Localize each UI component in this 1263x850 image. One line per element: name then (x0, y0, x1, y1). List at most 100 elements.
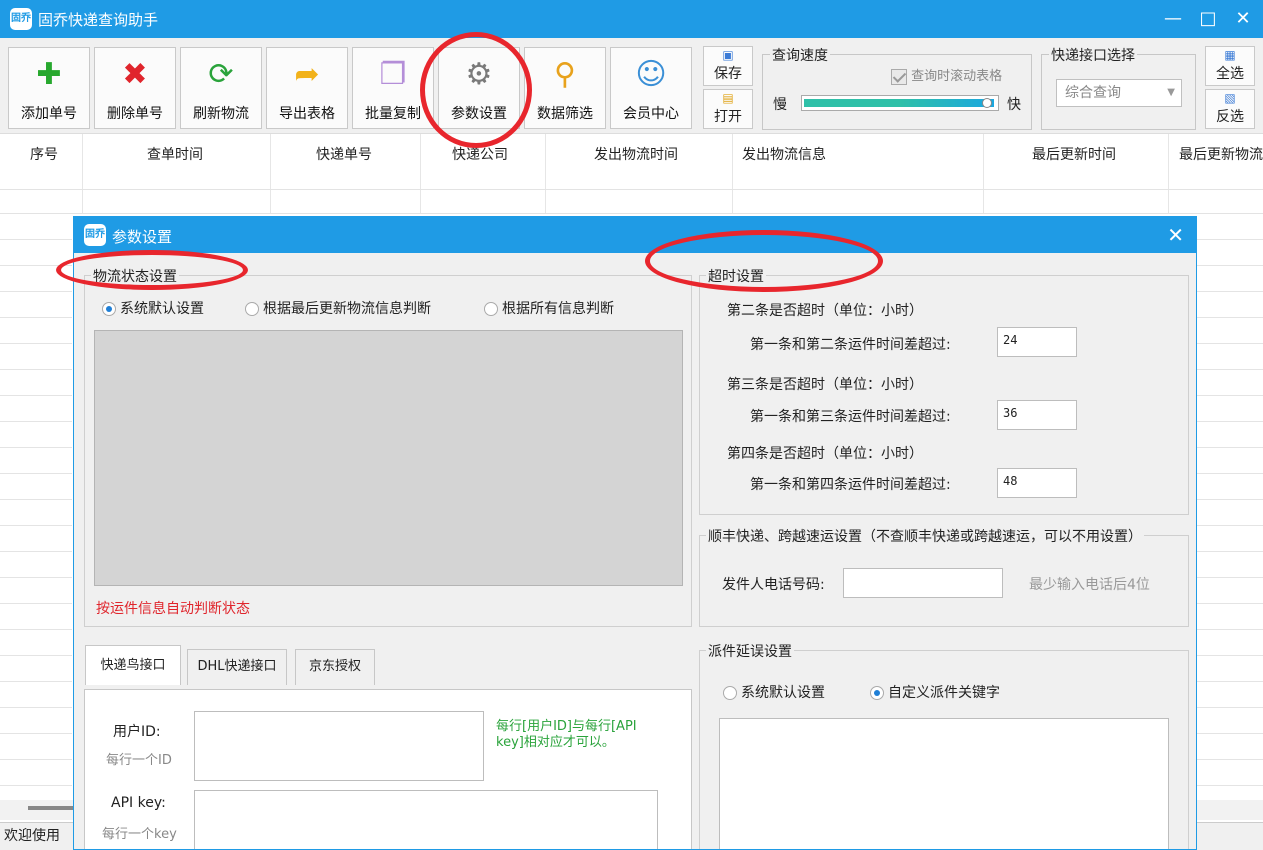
data-filter-button[interactable]: ⚲ 数据筛选 (524, 47, 606, 129)
export-folder-icon: ➦ (294, 57, 320, 92)
sender-phone-label: 发件人电话号码: (722, 577, 825, 593)
timeout-fieldset: 超时设置 第二条是否超时（单位：小时） 第一条和第二条运件时间差超过: 24 第… (699, 266, 1189, 515)
logistics-option-all-info-label: 根据所有信息判断 (502, 301, 614, 317)
scroll-table-checkbox[interactable]: 查询时滚动表格 (891, 65, 1002, 85)
column-header-last-update-info[interactable]: 最后更新物流 (1179, 144, 1263, 164)
chevron-down-icon: ▼ (1167, 87, 1175, 98)
speed-fast-label: 快 (1007, 97, 1021, 113)
save-button[interactable]: ▣ 保存 (703, 46, 753, 86)
checkbox-checked-icon (891, 68, 907, 85)
timeout-title: 超时设置 (706, 266, 766, 286)
select-all-label: 全选 (1216, 66, 1244, 82)
api-select-title: 快递接口选择 (1049, 45, 1137, 65)
app-logo-icon: 固乔 (10, 8, 32, 30)
speed-slider[interactable] (801, 95, 999, 111)
select-all-icon: ▦ (1224, 48, 1236, 62)
member-center-label: 会员中心 (623, 106, 679, 122)
timeout-2-heading: 第二条是否超时（单位：小时） (727, 303, 923, 319)
maximize-button[interactable]: □ (1195, 6, 1221, 32)
add-number-label: 添加单号 (21, 106, 77, 122)
settings-label: 参数设置 (451, 106, 507, 122)
logistics-status-title: 物流状态设置 (91, 266, 179, 286)
export-table-label: 导出表格 (279, 106, 335, 122)
timeout-2-input[interactable]: 24 (997, 327, 1077, 357)
api-key-sub: 每行一个key (102, 827, 177, 842)
column-header-courier[interactable]: 快递公司 (452, 144, 508, 164)
data-filter-label: 数据筛选 (537, 106, 593, 122)
radio-unselected-icon (484, 302, 498, 316)
gear-icon: ⚙ (465, 57, 493, 92)
logistics-option-last-update[interactable]: 根据最后更新物流信息判断 (245, 298, 431, 318)
logistics-option-default-label: 系统默认设置 (120, 301, 204, 317)
invert-select-button[interactable]: ▧ 反选 (1205, 89, 1255, 129)
timeout-3-label: 第一条和第三条运件时间差超过: (750, 409, 951, 425)
column-header-sent-time[interactable]: 发出物流时间 (594, 144, 678, 164)
refresh-logistics-button[interactable]: ⟳ 刷新物流 (180, 47, 262, 129)
dialog-logo-icon: 固乔 (84, 224, 106, 246)
user-id-textarea[interactable] (194, 711, 484, 781)
settings-button[interactable]: ⚙ 参数设置 (438, 47, 520, 129)
export-table-button[interactable]: ➦ 导出表格 (266, 47, 348, 129)
settings-dialog: 固乔 参数设置 ✕ 物流状态设置 系统默认设置 根据最后更新物流信息判断 根据所… (73, 216, 1197, 850)
delay-option-custom[interactable]: 自定义派件关键字 (870, 682, 1000, 702)
delay-option-default-label: 系统默认设置 (741, 685, 825, 701)
toolbar: ✚ 添加单号 ✖ 删除单号 ⟳ 刷新物流 ➦ 导出表格 ❐ 批量复制 ⚙ 参数设置 ⚲ 数据筛… (0, 38, 1263, 134)
add-number-button[interactable]: ✚ 添加单号 (8, 47, 90, 129)
column-header-tracking-number[interactable]: 快递单号 (316, 144, 372, 164)
timeout-4-input[interactable]: 48 (997, 468, 1077, 498)
dialog-close-button[interactable]: ✕ (1167, 223, 1184, 247)
timeout-3-input[interactable]: 36 (997, 400, 1077, 430)
invert-select-icon: ▧ (1224, 91, 1236, 105)
column-header-last-update-time[interactable]: 最后更新时间 (1032, 144, 1116, 164)
member-center-button[interactable]: ☺ 会员中心 (610, 47, 692, 129)
kdn-note: 每行[用户ID]与每行[API key]相对应才可以。 (496, 719, 637, 750)
logistics-option-default[interactable]: 系统默认设置 (102, 298, 204, 318)
copy-docs-icon: ❐ (379, 57, 407, 92)
open-label: 打开 (714, 109, 742, 125)
open-button[interactable]: ▤ 打开 (703, 89, 753, 129)
tab-dhl[interactable]: DHL快递接口 (187, 649, 287, 685)
add-plus-icon: ✚ (36, 57, 62, 92)
column-header-sent-info[interactable]: 发出物流信息 (742, 144, 826, 164)
delete-number-button[interactable]: ✖ 删除单号 (94, 47, 176, 129)
magnifier-filter-icon: ⚲ (554, 57, 576, 92)
sf-express-title: 顺丰快递、跨越速运设置（不查顺丰快递或跨越速运，可以不用设置） (706, 526, 1144, 546)
delay-keywords-textarea[interactable] (719, 718, 1169, 849)
delete-x-icon: ✖ (122, 57, 148, 92)
scroll-table-label: 查询时滚动表格 (911, 69, 1003, 84)
dialog-titlebar: 固乔 参数设置 ✕ (74, 217, 1196, 253)
delivery-delay-title: 派件延误设置 (706, 641, 794, 661)
delay-option-default[interactable]: 系统默认设置 (723, 682, 825, 702)
close-button[interactable]: ✕ (1230, 6, 1256, 32)
logistics-rules-area[interactable] (94, 330, 683, 586)
slider-knob[interactable] (982, 98, 992, 108)
radio-unselected-icon (723, 686, 737, 700)
minimize-button[interactable]: — (1160, 6, 1186, 32)
tab-jd[interactable]: 京东授权 (295, 649, 375, 685)
members-icon: ☺ (635, 57, 667, 92)
sender-phone-input[interactable] (843, 568, 1003, 598)
query-speed-title: 查询速度 (770, 45, 830, 65)
open-folder-icon: ▤ (722, 91, 734, 105)
logistics-option-all-info[interactable]: 根据所有信息判断 (484, 298, 614, 318)
delete-number-label: 删除单号 (107, 106, 163, 122)
api-tabs-panel: 快递鸟接口 DHL快递接口 京东授权 用户ID: 每行一个ID 每行[用户ID]… (84, 645, 692, 849)
column-header-query-time[interactable]: 查单时间 (147, 144, 203, 164)
app-titlebar: 固乔 固乔快递查询助手 — □ ✕ (0, 0, 1263, 38)
select-all-button[interactable]: ▦ 全选 (1205, 46, 1255, 86)
refresh-icon: ⟳ (208, 57, 234, 92)
timeout-4-label: 第一条和第四条运件时间差超过: (750, 477, 951, 493)
speed-slow-label: 慢 (773, 97, 787, 113)
table-body-right (1197, 214, 1263, 819)
column-header-index[interactable]: 序号 (30, 144, 58, 164)
invert-select-label: 反选 (1216, 109, 1244, 125)
tab-kdn[interactable]: 快递鸟接口 (85, 645, 181, 685)
batch-copy-button[interactable]: ❐ 批量复制 (352, 47, 434, 129)
timeout-4-heading: 第四条是否超时（单位：小时） (727, 446, 923, 462)
batch-copy-label: 批量复制 (365, 106, 421, 122)
api-key-textarea[interactable] (194, 790, 658, 849)
dialog-title: 参数设置 (112, 228, 173, 246)
api-select-dropdown[interactable]: 综合查询 ▼ (1056, 79, 1182, 107)
query-speed-group: 查询速度 查询时滚动表格 慢 快 (762, 45, 1032, 130)
scrollbar-thumb[interactable] (28, 806, 74, 810)
